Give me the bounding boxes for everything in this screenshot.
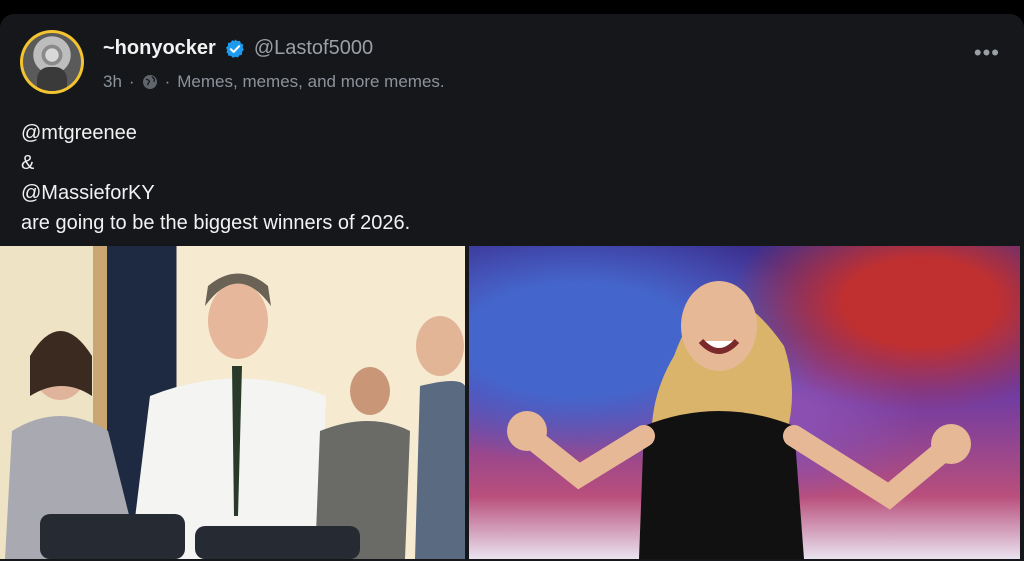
post-line[interactable]: @MassieforKY: [21, 178, 410, 208]
author-handle[interactable]: @Lastof5000: [254, 37, 373, 60]
post-body: @mtgreenee & @MassieforKY are going to b…: [21, 118, 410, 238]
post-line: are going to be the biggest winners of 2…: [21, 212, 411, 234]
post-time[interactable]: 3h: [103, 72, 122, 92]
separator-dot: ·: [164, 72, 171, 91]
post-meta: 3h · · Memes, memes, and more memes.: [103, 72, 445, 92]
community-name[interactable]: Memes, memes, and more memes.: [177, 72, 444, 92]
more-options-icon[interactable]: •••: [974, 40, 1000, 66]
post-line: &: [21, 152, 35, 174]
author-display-name[interactable]: ~honyocker: [103, 37, 216, 60]
post-card: ~honyocker @Lastof5000 3h · · Memes, mem…: [0, 14, 1024, 561]
verified-badge-icon: [225, 38, 244, 58]
globe-icon: [142, 75, 157, 89]
photo-right-scene: [507, 281, 971, 559]
photo-right[interactable]: [469, 246, 1020, 559]
post-media: [0, 246, 1024, 559]
photo-left-scene: [5, 273, 465, 559]
author-row: ~honyocker @Lastof5000: [103, 37, 373, 60]
avatar-image: [23, 33, 81, 91]
separator-dot: ·: [128, 72, 135, 91]
photo-left[interactable]: [0, 246, 465, 559]
post-line[interactable]: @mtgreenee: [21, 118, 410, 148]
avatar[interactable]: [20, 30, 84, 94]
